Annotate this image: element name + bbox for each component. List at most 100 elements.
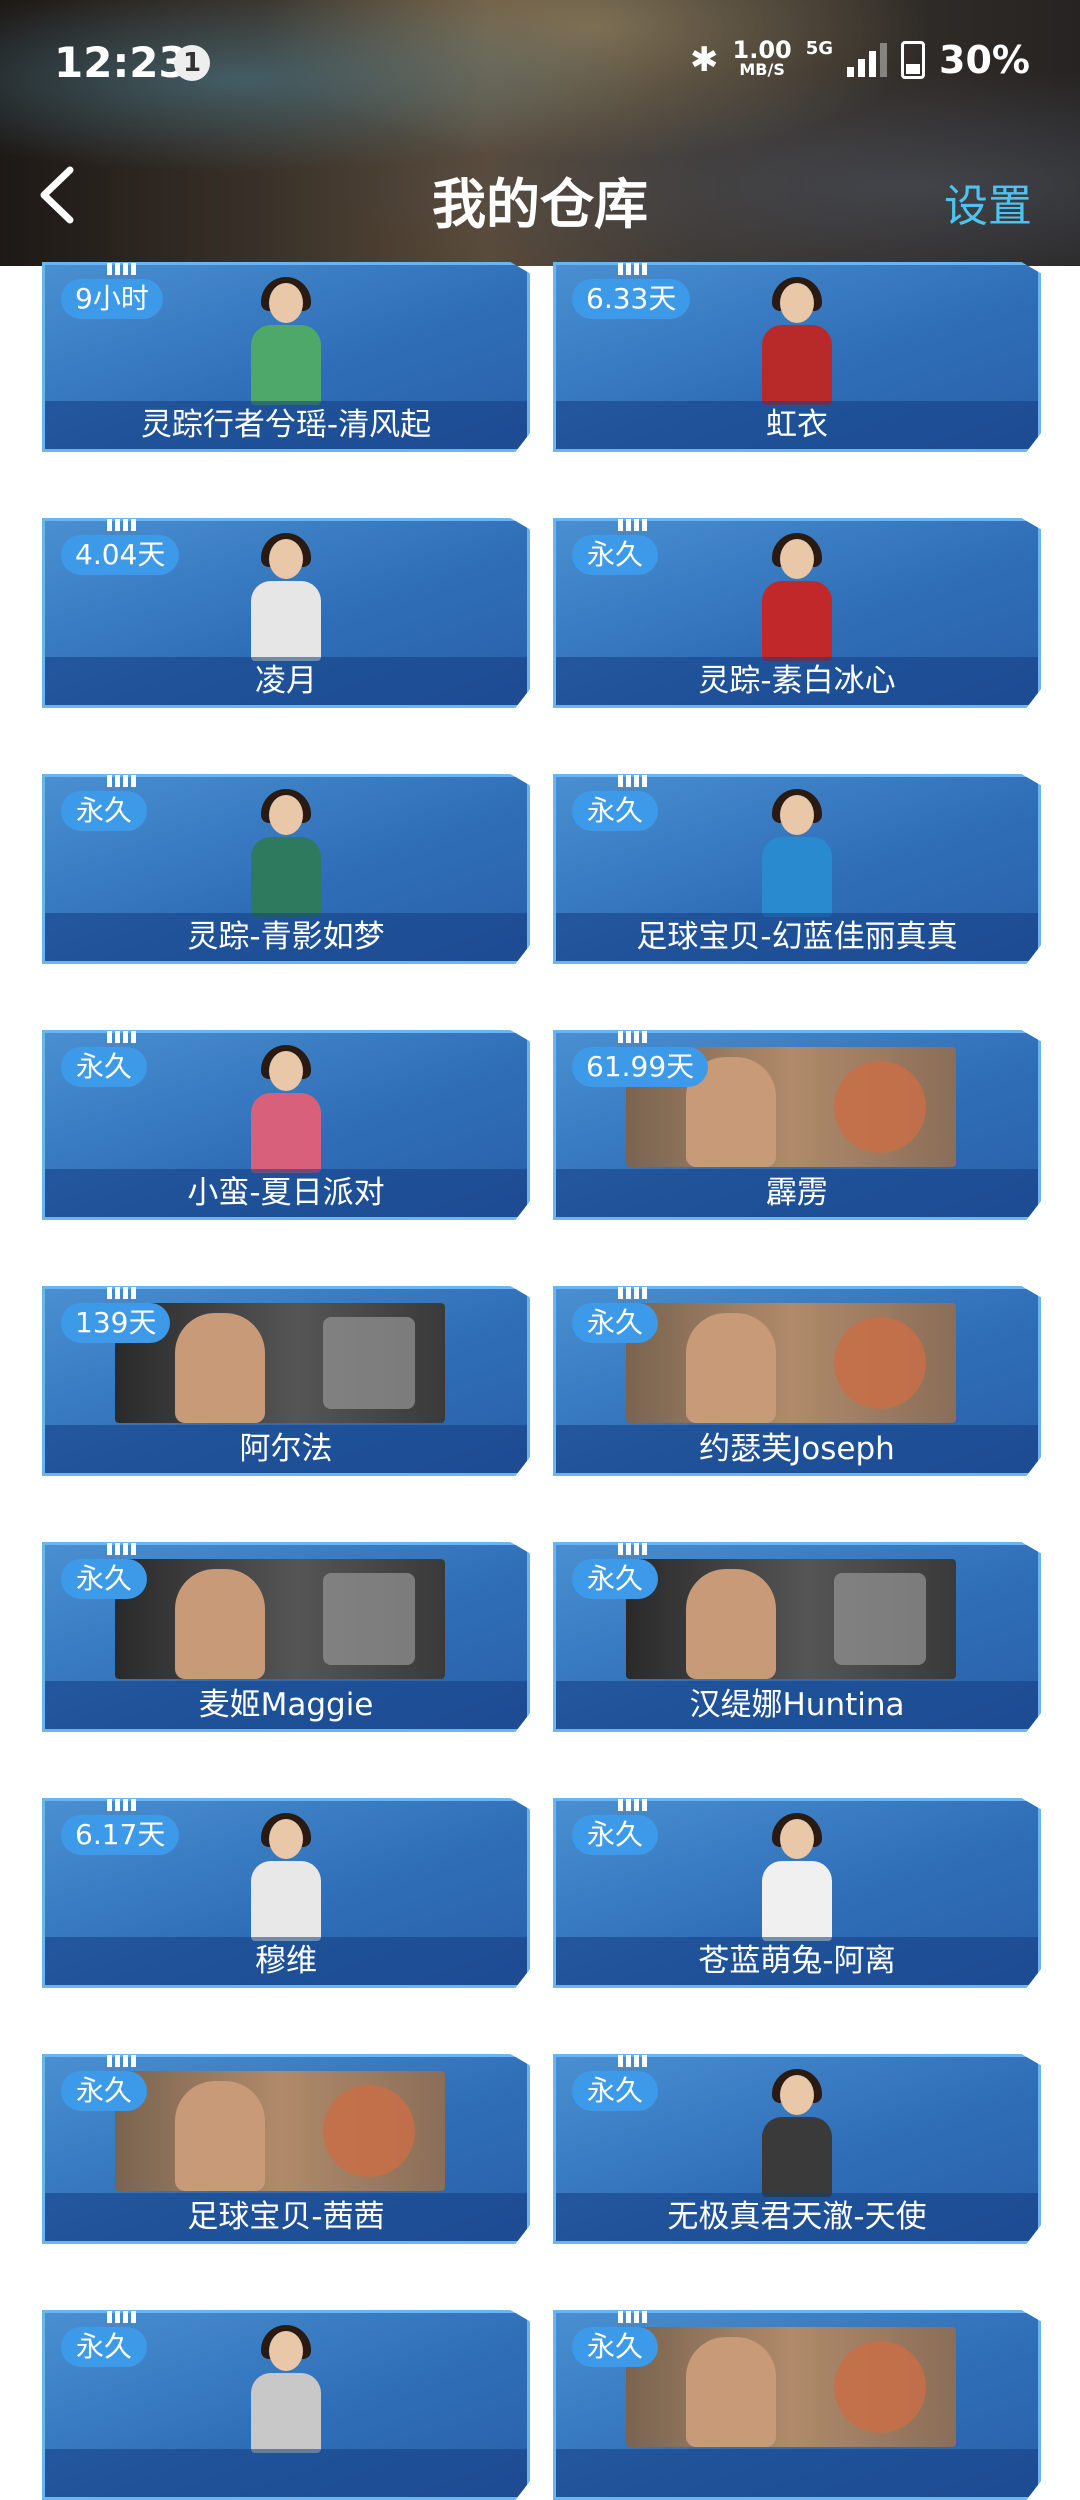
duration-badge: 6.33天 <box>572 279 691 319</box>
item-name: 虹衣 <box>556 401 1038 449</box>
card-stripes-decoration <box>618 1799 648 1811</box>
character-body <box>251 581 321 661</box>
inventory-item-card[interactable]: 4.04天凌月 <box>42 518 530 708</box>
inventory-item-card[interactable]: 永久 <box>42 2310 530 2500</box>
item-name: 灵踪-青影如梦 <box>45 913 527 961</box>
inventory-item-card[interactable]: 永久小蛮-夏日派对 <box>42 1030 530 1220</box>
sword-emblem-icon <box>323 1317 415 1409</box>
duration-badge: 永久 <box>61 1559 147 1599</box>
inventory-item-card[interactable]: 永久足球宝贝-幻蓝佳丽真真 <box>553 774 1041 964</box>
bluetooth-icon: ✱ <box>690 40 719 80</box>
inventory-item-card[interactable]: 61.99天 霹雳 <box>553 1030 1041 1220</box>
item-name <box>45 2449 527 2497</box>
character-portrait <box>231 789 341 919</box>
character-head <box>269 539 303 579</box>
character-portrait <box>742 789 852 919</box>
network-speed-value: 1.00 <box>732 36 792 64</box>
status-bar: 12:23 1 ✱ 1.00 MB/S 5G 30% <box>0 0 1080 120</box>
character-head <box>780 283 814 323</box>
item-name: 灵踪行者兮瑶-清风起 <box>45 401 527 449</box>
item-name: 足球宝贝-幻蓝佳丽真真 <box>556 913 1038 961</box>
sword-emblem-icon <box>323 1573 415 1665</box>
duration-badge: 永久 <box>61 2327 147 2367</box>
battery-percent: 30% <box>939 38 1030 82</box>
inventory-item-card[interactable]: 9小时 灵踪行者兮瑶-清风起 <box>42 262 530 452</box>
card-stripes-decoration <box>618 519 648 531</box>
duration-badge: 永久 <box>572 791 658 831</box>
status-time: 12:23 <box>54 38 188 87</box>
card-stripes-decoration <box>618 1031 648 1043</box>
character-head <box>269 2331 303 2371</box>
fist-emblem-icon <box>834 1061 926 1153</box>
duration-badge: 61.99天 <box>572 1047 709 1087</box>
card-stripes-decoration <box>107 1287 137 1299</box>
character-portrait <box>231 533 341 663</box>
character-banner-portrait <box>626 1303 956 1423</box>
inventory-item-card[interactable]: 永久麦姬Maggie <box>42 1542 530 1732</box>
battery-icon <box>901 41 926 79</box>
character-portrait <box>231 1045 341 1175</box>
card-stripes-decoration <box>618 1287 648 1299</box>
character-face <box>686 1569 776 1679</box>
item-name: 小蛮-夏日派对 <box>45 1169 527 1217</box>
duration-badge: 4.04天 <box>61 535 180 575</box>
inventory-item-card[interactable]: 6.33天虹衣 <box>553 262 1041 452</box>
character-portrait <box>742 533 852 663</box>
item-name: 凌月 <box>45 657 527 705</box>
duration-badge: 永久 <box>61 1047 147 1087</box>
item-name: 苍蓝萌兔-阿离 <box>556 1937 1038 1985</box>
character-head <box>780 2075 814 2115</box>
card-stripes-decoration <box>107 2311 137 2323</box>
item-name: 麦姬Maggie <box>45 1681 527 1729</box>
inventory-item-card[interactable]: 永久灵踪-素白冰心 <box>553 518 1041 708</box>
inventory-item-card[interactable]: 永久 <box>553 2310 1041 2500</box>
duration-badge: 永久 <box>572 1815 658 1855</box>
nav-bar: 我的仓库 设置 <box>0 120 1080 266</box>
card-stripes-decoration <box>107 1031 137 1043</box>
character-banner-portrait <box>626 2327 956 2447</box>
item-name: 足球宝贝-茜茜 <box>45 2193 527 2241</box>
character-head <box>269 283 303 323</box>
duration-badge: 永久 <box>572 1559 658 1599</box>
inventory-item-card[interactable]: 永久苍蓝萌兔-阿离 <box>553 1798 1041 1988</box>
inventory-item-card[interactable]: 139天 阿尔法 <box>42 1286 530 1476</box>
character-body <box>251 837 321 917</box>
duration-badge: 永久 <box>61 791 147 831</box>
item-name: 阿尔法 <box>45 1425 527 1473</box>
inventory-item-card[interactable]: 永久 约瑟芙Joseph <box>553 1286 1041 1476</box>
character-head <box>780 795 814 835</box>
page-title: 我的仓库 <box>432 173 648 236</box>
character-portrait <box>742 2069 852 2199</box>
character-head <box>269 1819 303 1859</box>
inventory-item-card[interactable]: 6.17天 穆维 <box>42 1798 530 1988</box>
notification-count-badge: 1 <box>174 45 210 81</box>
inventory-item-card[interactable]: 永久灵踪-青影如梦 <box>42 774 530 964</box>
character-banner-portrait <box>115 2071 445 2191</box>
inventory-item-card[interactable]: 永久 足球宝贝-茜茜 <box>42 2054 530 2244</box>
card-stripes-decoration <box>107 775 137 787</box>
duration-badge: 永久 <box>572 1303 658 1343</box>
character-face <box>686 2337 776 2447</box>
item-name: 灵踪-素白冰心 <box>556 657 1038 705</box>
card-stripes-decoration <box>107 1543 137 1555</box>
inventory-item-card[interactable]: 永久 无极真君天澈-天使 <box>553 2054 1041 2244</box>
settings-button[interactable]: 设置 <box>944 170 1032 234</box>
character-body <box>762 1861 832 1941</box>
character-head <box>780 539 814 579</box>
network-type: 5G <box>805 38 834 59</box>
character-face <box>686 1313 776 1423</box>
item-name: 无极真君天澈-天使 <box>556 2193 1038 2241</box>
card-stripes-decoration <box>107 519 137 531</box>
character-head <box>780 1819 814 1859</box>
duration-badge: 永久 <box>572 535 658 575</box>
character-face <box>175 2081 265 2191</box>
character-body <box>762 2117 832 2197</box>
character-portrait <box>231 2325 341 2455</box>
inventory-item-card[interactable]: 永久 汉缇娜Huntina <box>553 1542 1041 1732</box>
character-body <box>251 1861 321 1941</box>
fist-emblem-icon <box>834 1317 926 1409</box>
card-stripes-decoration <box>618 2055 648 2067</box>
character-banner-portrait <box>626 1559 956 1679</box>
fist-emblem-icon <box>323 2085 415 2177</box>
signal-icon <box>847 43 888 77</box>
